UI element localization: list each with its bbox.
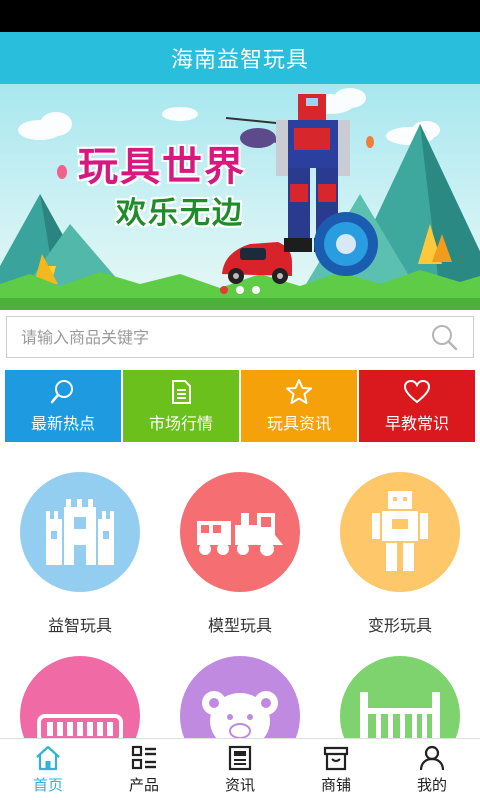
star-icon — [286, 379, 312, 404]
category-label: 变形玩具 — [367, 616, 432, 635]
search-bar — [6, 316, 474, 358]
tab-home[interactable]: 首页 — [0, 739, 96, 800]
quick-link-market[interactable]: 市场行情 — [123, 370, 239, 442]
shop-icon — [323, 746, 349, 771]
category-model-toys[interactable]: 模型玩具 — [160, 472, 320, 636]
category-label: 模型玩具 — [207, 616, 272, 635]
search-icon[interactable] — [429, 322, 459, 352]
quick-link-label: 玩具资讯 — [266, 414, 331, 433]
search-input[interactable] — [21, 327, 429, 347]
quick-link-early-education[interactable]: 早教常识 — [359, 370, 475, 442]
robot-icon — [372, 491, 428, 571]
tab-label: 产品 — [128, 776, 159, 794]
category-educational-toys[interactable]: 益智玩具 — [0, 472, 160, 636]
banner-title: 玩具世界 — [78, 144, 246, 190]
quick-link-label: 早教常识 — [384, 414, 449, 433]
grid-list-icon — [131, 745, 156, 770]
news-icon — [228, 745, 252, 771]
tab-label: 资讯 — [224, 776, 255, 794]
banner-subtitle: 欢乐无边 — [116, 196, 244, 231]
category-circle — [340, 472, 460, 592]
carousel-dots — [0, 286, 480, 294]
crib-icon — [360, 692, 440, 746]
carousel-dot[interactable] — [252, 286, 260, 294]
tab-products[interactable]: 产品 — [96, 739, 192, 800]
tab-shops[interactable]: 商铺 — [288, 739, 384, 800]
category-row: 益智玩具 模型玩具 变形玩具 — [0, 472, 480, 636]
tab-label: 我的 — [416, 776, 447, 794]
tab-news[interactable]: 资讯 — [192, 739, 288, 800]
user-icon — [419, 745, 445, 771]
tab-label: 商铺 — [320, 776, 351, 794]
quick-link-toy-news[interactable]: 玩具资讯 — [241, 370, 357, 442]
category-circle — [180, 472, 300, 592]
category-circle — [20, 472, 140, 592]
document-icon — [172, 380, 191, 404]
promo-banner[interactable]: 玩具世界 欢乐无边 — [0, 84, 480, 310]
quick-link-latest[interactable]: 最新热点 — [5, 370, 121, 442]
app-title: 海南益智玩具 — [170, 48, 309, 73]
status-bar — [0, 0, 480, 32]
castle-icon — [46, 499, 114, 565]
tab-me[interactable]: 我的 — [384, 739, 480, 800]
carousel-dot[interactable] — [220, 286, 228, 294]
train-icon — [197, 513, 283, 556]
quick-link-label: 市场行情 — [148, 414, 213, 433]
app-title-bar: 海南益智玩具 — [0, 32, 480, 84]
quick-link-label: 最新热点 — [30, 414, 95, 433]
search-icon — [50, 380, 73, 404]
carousel-dot[interactable] — [236, 286, 244, 294]
bottom-tab-bar: 首页 产品 资讯 商铺 我的 — [0, 738, 480, 800]
category-transforming-toys[interactable]: 变形玩具 — [320, 472, 480, 636]
category-label: 益智玩具 — [47, 616, 112, 635]
tab-label: 首页 — [32, 776, 63, 794]
xylophone-icon — [37, 714, 123, 744]
home-icon — [36, 745, 60, 771]
quick-links: 最新热点 市场行情 玩具资讯 早教常识 — [5, 370, 475, 442]
heart-icon — [403, 379, 431, 404]
